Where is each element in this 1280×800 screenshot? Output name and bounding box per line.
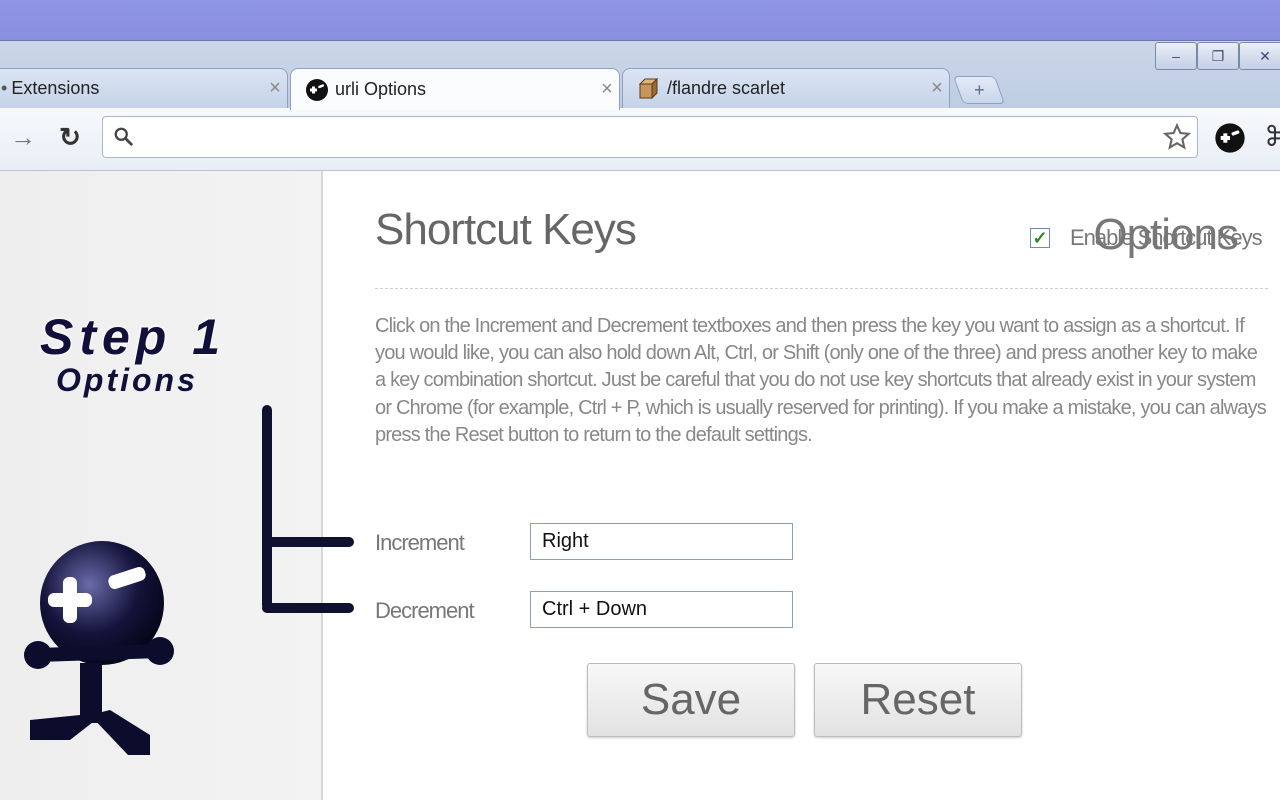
tab-label: urli Options <box>335 79 427 99</box>
tab-close-icon[interactable]: × <box>595 78 619 101</box>
decrement-label: Decrement <box>375 598 475 623</box>
instructions-text: Click on the Increment and Decrement tex… <box>375 315 1267 446</box>
reset-button[interactable]: Reset <box>814 663 1022 737</box>
annotation-bracket-arm <box>262 603 354 613</box>
minimize-icon: – <box>1172 48 1180 64</box>
enable-shortcut-keys-option[interactable]: ✓ Enable Shortcut Keys <box>1030 225 1263 251</box>
restore-button[interactable]: ❐ <box>1197 42 1239 70</box>
tab-favicon-icon: • <box>1 78 8 98</box>
increment-label: Increment <box>375 530 465 555</box>
address-bar[interactable] <box>102 116 1198 158</box>
restore-icon: ❐ <box>1211 47 1225 64</box>
save-button[interactable]: Save <box>587 663 795 737</box>
divider <box>375 288 1268 289</box>
tab-label: Extensions <box>11 78 100 98</box>
forward-button[interactable]: → <box>8 122 38 152</box>
tab-urli-options[interactable]: urli Options × <box>290 68 620 110</box>
reload-button[interactable]: ↻ <box>55 122 85 152</box>
tab-flandre-scarlet[interactable]: /flandre scarlet × <box>622 68 950 108</box>
box-favicon-icon <box>638 77 659 99</box>
urli-mascot-icon <box>24 541 174 755</box>
close-window-button[interactable]: ✕ <box>1239 42 1280 70</box>
tab-label: /flandre scarlet <box>667 78 786 98</box>
wrench-icon[interactable]: ⌘ <box>1264 120 1280 153</box>
tab-close-icon[interactable]: × <box>263 77 287 100</box>
annotation-bracket-arm <box>262 537 354 547</box>
search-icon <box>114 127 133 146</box>
close-icon: ✕ <box>1259 47 1271 64</box>
annotation-step-subtitle: Options <box>56 362 198 398</box>
star-icon[interactable] <box>1163 123 1191 151</box>
enable-shortcut-checkbox[interactable]: ✓ <box>1030 228 1050 248</box>
desktop-background <box>0 0 1280 40</box>
tab-extensions[interactable]: • Extensions × <box>0 68 288 108</box>
annotation-bracket <box>262 405 272 610</box>
minimize-button[interactable]: – <box>1155 42 1197 70</box>
checkmark-icon: ✓ <box>1032 228 1048 248</box>
increment-input[interactable] <box>530 523 793 560</box>
page-title: Shortcut Keys <box>375 205 637 254</box>
annotation-step-title: Step 1 <box>40 309 227 365</box>
urli-extension-icon[interactable] <box>1214 122 1246 154</box>
plus-icon: + <box>973 79 985 100</box>
decrement-input[interactable] <box>530 591 793 628</box>
address-input[interactable] <box>147 121 1151 155</box>
tab-close-icon[interactable]: × <box>925 77 949 100</box>
enable-shortcut-label: Enable Shortcut Keys <box>1070 225 1263 250</box>
urli-logo-icon <box>306 78 328 101</box>
